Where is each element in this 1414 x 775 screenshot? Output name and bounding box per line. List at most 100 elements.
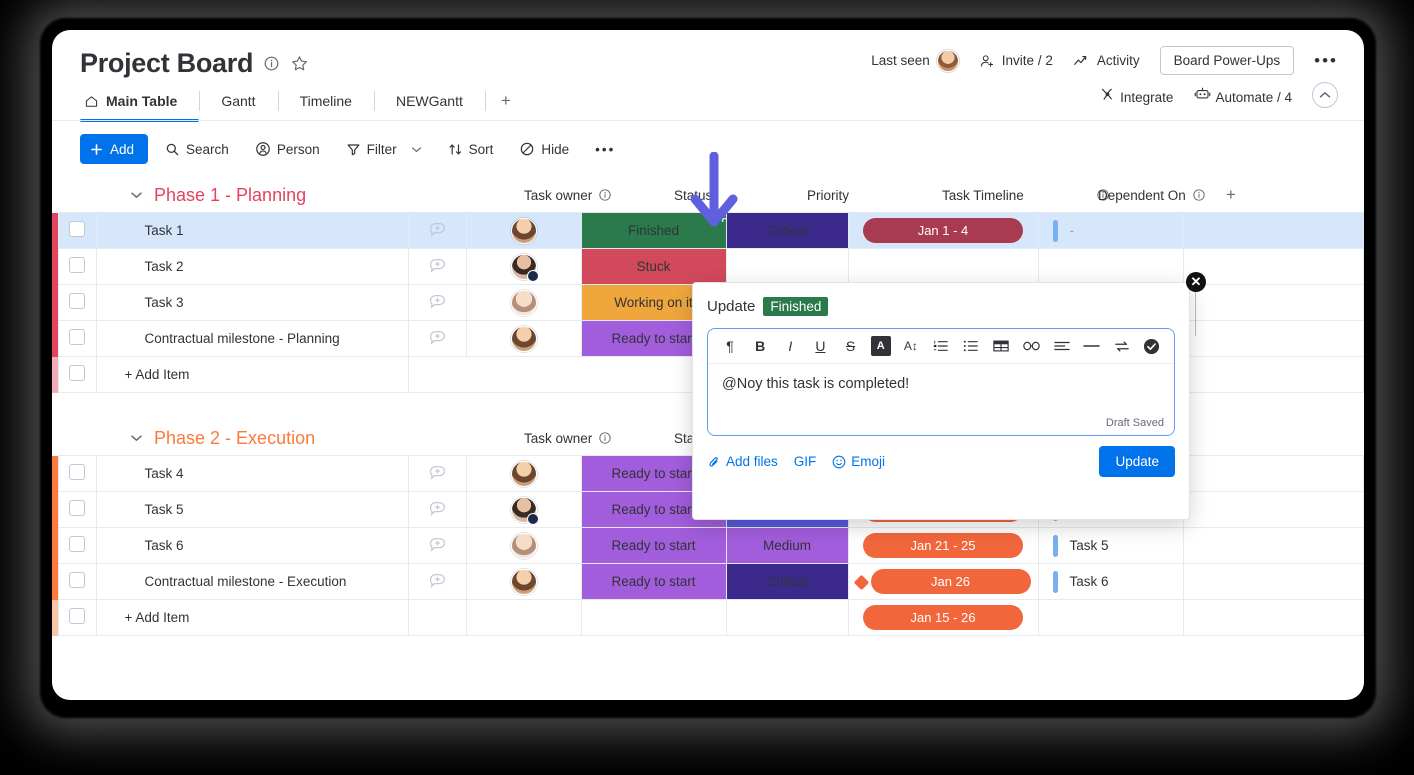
table-row[interactable]: Contractual milestone - Execution Ready … <box>52 563 1364 600</box>
row-dependent-cell[interactable]: Task 6 <box>1037 563 1184 600</box>
row-name[interactable]: Task 4 <box>95 455 409 492</box>
gif-button[interactable]: GIF <box>794 454 817 469</box>
row-checkbox-cell[interactable] <box>57 491 97 528</box>
column-header-task-timeline[interactable]: Task Timeline <box>942 178 1110 212</box>
sort-button[interactable]: Sort <box>439 137 503 162</box>
add-item-label[interactable]: + Add Item <box>95 356 409 393</box>
row-checkbox-cell[interactable] <box>57 356 97 393</box>
row-checkbox-cell[interactable] <box>57 455 97 492</box>
group-title[interactable]: Phase 2 - Execution <box>154 428 315 449</box>
row-conversation-cell[interactable] <box>407 527 467 564</box>
row-checkbox[interactable] <box>69 536 85 552</box>
row-name[interactable]: Contractual milestone - Planning <box>95 320 409 357</box>
row-checkbox-cell[interactable] <box>57 284 97 321</box>
row-checkbox-cell[interactable] <box>57 212 97 249</box>
info-icon[interactable] <box>263 55 280 72</box>
group-collapse-icon[interactable] <box>130 186 143 204</box>
checkmark-icon[interactable] <box>1142 336 1162 356</box>
row-checkbox-cell[interactable] <box>57 563 97 600</box>
column-header-task-owner[interactable]: Task owner <box>524 178 612 212</box>
tab-gantt[interactable]: Gantt <box>199 82 277 120</box>
add-column-button[interactable]: + <box>1226 185 1236 205</box>
column-header-task-owner[interactable]: Task owner <box>524 421 612 455</box>
tab-timeline[interactable]: Timeline <box>277 82 374 120</box>
group-title[interactable]: Phase 1 - Planning <box>154 185 306 206</box>
table-row[interactable]: Task 2 Stuck <box>52 248 1364 285</box>
row-priority-cell[interactable] <box>725 248 849 285</box>
row-owner-cell[interactable] <box>465 563 582 600</box>
row-checkbox-cell[interactable] <box>57 527 97 564</box>
row-name[interactable]: Task 1 <box>95 212 409 249</box>
divider-icon[interactable] <box>1082 336 1102 356</box>
row-owner-cell[interactable] <box>465 284 582 321</box>
align-icon[interactable] <box>1052 336 1072 356</box>
row-owner-cell[interactable] <box>465 455 582 492</box>
indent-icon[interactable] <box>1112 336 1132 356</box>
row-checkbox[interactable] <box>69 365 85 381</box>
row-owner-cell[interactable] <box>465 320 582 357</box>
row-name[interactable]: Task 6 <box>95 527 409 564</box>
bold-icon[interactable]: B <box>750 336 770 356</box>
row-checkbox-cell[interactable] <box>57 599 97 636</box>
hide-button[interactable]: Hide <box>510 136 578 162</box>
toolbar-more-button[interactable]: ••• <box>586 137 624 162</box>
row-timeline-cell[interactable]: Jan 21 - 25 <box>847 527 1039 564</box>
row-owner-cell[interactable] <box>465 527 582 564</box>
row-timeline-cell[interactable] <box>847 248 1039 285</box>
row-priority-cell[interactable]: Medium <box>725 527 849 564</box>
row-checkbox-cell[interactable] <box>57 320 97 357</box>
text-color-icon[interactable]: A <box>870 336 891 356</box>
row-conversation-cell[interactable] <box>407 248 467 285</box>
row-owner-cell[interactable] <box>465 248 582 285</box>
row-priority-cell[interactable]: Critical <box>725 212 849 249</box>
row-conversation-cell[interactable] <box>407 455 467 492</box>
activity-button[interactable]: Activity <box>1073 53 1140 68</box>
add-files-button[interactable]: Add files <box>707 454 778 469</box>
row-owner-cell[interactable] <box>465 491 582 528</box>
row-name[interactable]: Task 2 <box>95 248 409 285</box>
row-checkbox[interactable] <box>69 608 85 624</box>
collapse-header-button[interactable] <box>1312 82 1338 108</box>
row-checkbox[interactable] <box>69 221 85 237</box>
row-checkbox[interactable] <box>69 293 85 309</box>
last-seen[interactable]: Last seen <box>871 49 959 72</box>
add-button[interactable]: Add <box>80 134 149 164</box>
tab-main-table[interactable]: Main Table <box>80 82 200 122</box>
row-conversation-cell[interactable] <box>407 284 467 321</box>
row-name[interactable]: Task 3 <box>95 284 409 321</box>
emoji-button[interactable]: Emoji <box>832 454 885 469</box>
table-icon[interactable] <box>991 336 1011 356</box>
row-name[interactable]: Task 5 <box>95 491 409 528</box>
italic-icon[interactable]: I <box>780 336 800 356</box>
row-name[interactable]: Contractual milestone - Execution <box>95 563 409 600</box>
row-conversation-cell[interactable] <box>407 320 467 357</box>
row-dependent-cell[interactable]: - <box>1037 212 1184 249</box>
add-view-tab[interactable]: + <box>484 82 527 120</box>
row-checkbox[interactable] <box>69 329 85 345</box>
row-timeline-cell[interactable]: Jan 26 <box>847 563 1039 600</box>
paragraph-icon[interactable]: ¶ <box>720 336 740 356</box>
bullet-list-icon[interactable] <box>961 336 981 356</box>
update-editor[interactable]: ¶ B I U S A A↕ @Noy this task is complet… <box>707 328 1175 436</box>
board-powerups-button[interactable]: Board Power-Ups <box>1159 46 1295 75</box>
filter-button[interactable]: Filter <box>337 137 431 162</box>
row-status-cell[interactable]: Stuck <box>580 248 727 285</box>
close-icon[interactable]: ✕ <box>1186 272 1206 292</box>
header-more-button[interactable]: ••• <box>1314 51 1338 71</box>
group-collapse-icon[interactable] <box>130 429 143 447</box>
group-summary-timeline-cell[interactable]: Jan 15 - 26 <box>847 599 1039 636</box>
update-text[interactable]: @Noy this task is completed! <box>708 364 1174 404</box>
row-status-cell[interactable]: Ready to start <box>580 563 727 600</box>
automate-button[interactable]: Automate / 4 <box>1193 86 1292 105</box>
tab-newgantt[interactable]: NEWGantt <box>373 82 485 120</box>
table-row[interactable]: Task 6 Ready to start Medium Jan 21 - 25… <box>52 527 1364 564</box>
row-checkbox-cell[interactable] <box>57 248 97 285</box>
underline-icon[interactable]: U <box>810 336 830 356</box>
add-item-label[interactable]: + Add Item <box>95 599 409 636</box>
column-header-priority[interactable]: Priority <box>807 178 849 212</box>
link-icon[interactable] <box>1021 336 1041 356</box>
row-timeline-cell[interactable]: Jan 1 - 4 <box>847 212 1039 249</box>
row-conversation-cell[interactable] <box>407 491 467 528</box>
person-button[interactable]: Person <box>246 136 329 162</box>
search-button[interactable]: Search <box>156 137 238 162</box>
